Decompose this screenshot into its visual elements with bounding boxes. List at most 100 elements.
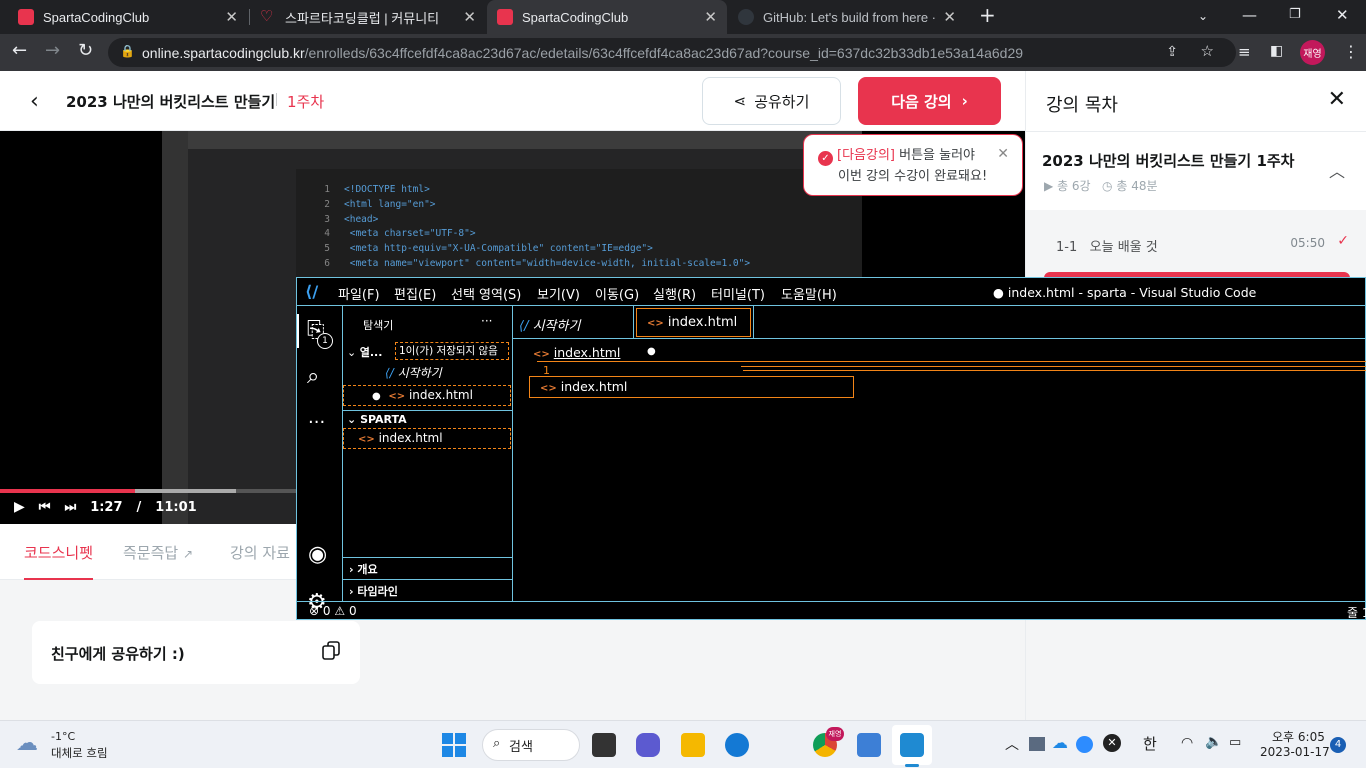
menu-selection[interactable]: 선택 영역(S) [451,284,521,303]
browser-tab-1[interactable]: SpartaCodingClub ✕ [8,0,248,34]
heart-favicon-icon: ♡ [260,8,274,25]
back-chevron-icon[interactable]: ‹ [30,89,39,114]
menu-terminal[interactable]: 터미널(T) [711,284,765,303]
speaker-icon[interactable]: 🔈 [1205,734,1222,750]
more-dots-icon[interactable]: ··· [308,412,325,433]
tooltip-text-line2: 이번 강의 수강이 완료돼요! [838,169,988,184]
back-arrow-icon[interactable]: ← [12,40,27,61]
menu-edit[interactable]: 편집(E) [394,284,436,303]
progress-played[interactable] [0,489,135,493]
next-icon[interactable]: ⏭ [64,500,76,515]
windows-start-icon[interactable] [442,733,466,757]
video-vscode-sidebar [188,149,296,524]
unsaved-badge: 1이(가) 저장되지 않음 [395,342,509,360]
restore-button[interactable]: ❐ [1289,7,1301,22]
html-file-icon: <> [388,391,406,402]
photos-icon[interactable] [857,733,881,757]
menu-run[interactable]: 실행(R) [653,284,696,303]
onedrive-cloud-icon[interactable]: ☁ [1052,733,1068,752]
forward-arrow-icon[interactable]: → [45,40,60,61]
close-tab-icon[interactable]: ✕ [704,8,717,26]
edge-icon[interactable] [725,733,749,757]
account-icon[interactable]: ◉ [308,542,327,567]
browser-tab-4[interactable]: GitHub: Let's build from here · G ✕ [728,0,966,34]
browser-menu-icon[interactable]: ⋮ [1343,42,1359,61]
explorer-more-icon[interactable]: ··· [481,314,492,328]
weather-cloud-icon[interactable]: ☁ [16,731,38,756]
open-editor-start[interactable]: ⟨/ 시작하기 [385,364,442,381]
close-tooltip-icon[interactable]: ✕ [997,144,1009,165]
tab-search-chevron-icon[interactable]: ⌄ [1198,9,1208,23]
taskbar-search[interactable]: ⌕ 검색 [482,729,580,761]
weather-temp[interactable]: -1°C [51,730,75,743]
autocomplete-suggestion[interactable]: <> index.html [529,376,854,398]
ime-indicator[interactable]: 한 [1143,733,1157,754]
breadcrumb[interactable]: <> index.html [533,345,620,360]
vscode-icon: ⟨/ [385,366,394,380]
share-button[interactable]: ⋖ 공유하기 [702,77,841,125]
tray-app-icon[interactable] [1029,737,1045,751]
battery-icon[interactable]: ▭ [1229,735,1241,750]
side-panel-icon[interactable]: ◧ [1270,43,1283,59]
warning-icon: ⚠ [334,604,346,618]
chevron-up-icon[interactable]: ︿ [1005,734,1019,754]
menu-go[interactable]: 이동(G) [595,284,639,303]
bookmark-star-icon[interactable]: ☆ [1201,42,1214,60]
address-bar[interactable]: 🔒 online.spartacodingclub.kr /enrolleds/… [108,38,1236,67]
next-lecture-tooltip: ✓ [다음강의] 버튼을 눌러야 이번 강의 수강이 완료돼요! ✕ [803,134,1023,196]
problems-indicator[interactable]: ⊗ 0 ⚠ 0 [309,604,357,618]
tray-x-icon[interactable]: ✕ [1103,734,1121,752]
tab-start[interactable]: ⟨/ 시작하기 [519,315,580,334]
reload-icon[interactable]: ↻ [78,40,93,61]
search-icon[interactable]: ⌕ [307,364,319,389]
chevron-down-icon: ⌄ [347,346,357,359]
chevron-up-icon[interactable]: ︿ [1329,158,1345,182]
vscode-taskbar-icon[interactable] [900,733,924,757]
share-card[interactable]: 친구에게 공유하기 :) [32,621,360,684]
share-page-icon[interactable]: ⇪ [1166,43,1178,60]
zoom-icon[interactable] [1076,736,1093,753]
file-explorer-icon[interactable] [681,733,705,757]
copy-icon[interactable] [322,641,340,661]
task-view-icon[interactable] [592,733,616,757]
weather-desc[interactable]: 대체로 흐림 [51,745,108,761]
close-tab-icon[interactable]: ✕ [225,8,238,26]
close-tab-icon[interactable]: ✕ [463,8,476,26]
media-queue-icon[interactable]: ≡ [1238,43,1251,61]
file-index-html[interactable]: <> index.html [343,428,511,449]
code-line: 2 <html lang="en"> [324,198,436,210]
html-file-icon: <> [540,383,557,394]
new-tab-button[interactable]: + [979,3,996,27]
tab-code-snippet[interactable]: 코드스니펫 [24,542,93,563]
timeline-section[interactable]: › 타임라인 [349,583,398,599]
clock-time[interactable]: 오후 6:05 [1272,728,1325,745]
vscode-logo-icon: ⟨/ [305,282,319,301]
menu-view[interactable]: 보기(V) [537,284,580,303]
clock-date[interactable]: 2023-01-17 [1260,745,1330,759]
menu-file[interactable]: 파일(F) [338,284,380,303]
browser-tab-3-active[interactable]: SpartaCodingClub ✕ [487,0,727,34]
wifi-icon[interactable]: ◠ [1181,735,1193,751]
toc-week-header[interactable]: 2023 나만의 버킷리스트 만들기 1주차 ▶ 총 6강 ◷ 총 48분 ︿ [1026,131,1366,210]
window-close-button[interactable]: ✕ [1336,6,1349,24]
outline-section[interactable]: › 개요 [349,561,378,577]
tab-qa[interactable]: 즉문즉답 ↗ [123,542,193,563]
close-tab-icon[interactable]: ✕ [943,8,956,26]
play-icon[interactable]: ▶ [14,499,25,515]
profile-avatar[interactable]: 재영 [1300,40,1325,65]
close-icon[interactable]: ✕ [1328,87,1346,112]
chat-icon[interactable] [636,733,660,757]
next-lecture-button[interactable]: 다음 강의 › [858,77,1001,125]
open-editor-index[interactable]: ● <> index.html [343,385,511,406]
previous-icon[interactable]: ⏮ [39,500,51,515]
windows-taskbar: ☁ -1°C 대체로 흐림 ⌕ 검색 재영 ︿ ☁ ✕ 한 ◠ 🔈 ▭ 오후 6… [0,720,1366,768]
tab-materials[interactable]: 강의 자료 [230,542,290,563]
minimize-button[interactable]: — [1242,6,1257,24]
folder-header-sparta[interactable]: ⌄ SPARTA [347,413,407,426]
search-icon: ⌕ [493,736,501,751]
notification-badge[interactable]: 4 [1330,737,1346,753]
browser-tab-2[interactable]: ♡ 스파르타코딩클럽 | 커뮤니티 ✕ [250,0,486,34]
menu-help[interactable]: 도움말(H) [781,284,837,303]
tab-index-html[interactable]: <> index.html ● [636,308,751,357]
cursor-position[interactable]: 줄 1 [1347,604,1366,621]
